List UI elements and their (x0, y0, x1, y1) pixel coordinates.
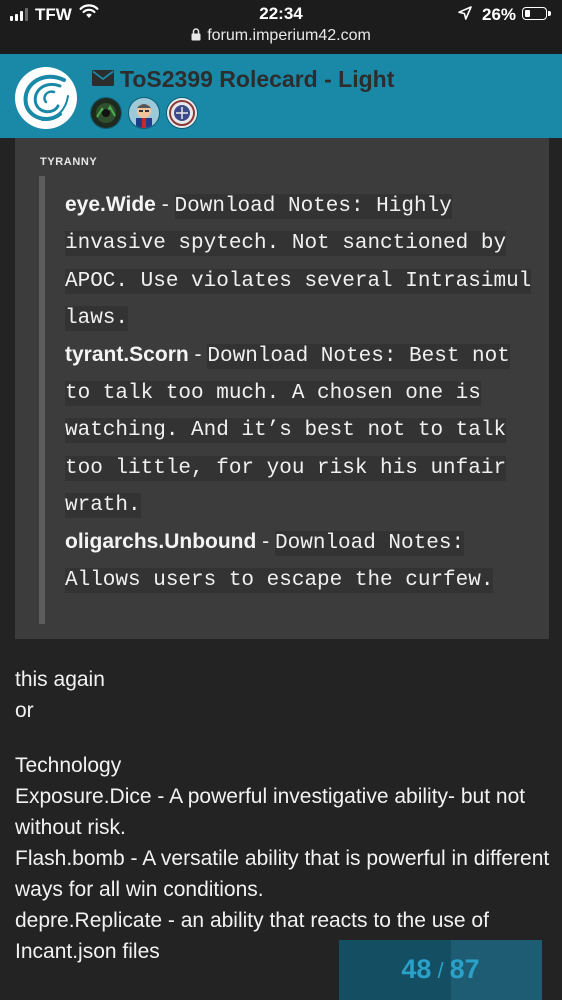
ability-name: oligarchs.Unbound (65, 529, 257, 553)
site-header: ToS2399 Rolecard - Light (0, 54, 562, 138)
post-line: this again (15, 668, 105, 691)
participant-avatars (90, 97, 198, 129)
quoted-post: TYRANNY eye.Wide - Download Notes: Highl… (15, 138, 549, 639)
envelope-icon (92, 70, 114, 91)
ios-status-bar: TFW 22:34 26% forum.imperium42.com (0, 0, 562, 54)
ability-name: eye.Wide (65, 193, 156, 216)
avatar[interactable] (128, 97, 160, 129)
ability-name: tyrant.Scorn (65, 342, 189, 366)
progress-label: 48/87 (339, 954, 542, 985)
battery-icon (522, 7, 551, 20)
quote-author[interactable]: TYRANNY (40, 156, 97, 168)
separator: - (194, 342, 202, 366)
site-logo[interactable] (14, 66, 78, 130)
quote-bar (39, 176, 45, 624)
battery-percent: 26% (482, 5, 517, 24)
progress-current: 48 (401, 954, 432, 984)
download-notes: Download Notes: Best not to talk too muc… (65, 343, 510, 519)
post-line: Exposure.Dice - A powerful investigative… (15, 785, 526, 839)
post-line: Flash.bomb - A versatile ability that is… (15, 847, 550, 901)
post-body: this again or Technology Exposure.Dice -… (15, 664, 550, 967)
quote-body: eye.Wide - Download Notes: Highly invasi… (65, 187, 535, 598)
topic-title[interactable]: ToS2399 Rolecard - Light (120, 66, 394, 93)
address-bar[interactable]: forum.imperium42.com (0, 27, 562, 46)
avatar[interactable] (166, 97, 198, 129)
post-line: Technology (15, 754, 122, 777)
separator: - (262, 529, 270, 553)
topic-progress[interactable]: 48/87 (339, 940, 542, 1000)
progress-separator: / (437, 958, 444, 983)
clock: 22:34 (259, 4, 303, 23)
url-text: forum.imperium42.com (207, 27, 371, 44)
post-line: or (15, 699, 34, 722)
progress-total: 87 (449, 954, 480, 984)
location-arrow-icon (458, 6, 472, 25)
avatar[interactable] (90, 97, 122, 129)
lock-icon (191, 28, 201, 46)
separator: - (161, 193, 169, 216)
